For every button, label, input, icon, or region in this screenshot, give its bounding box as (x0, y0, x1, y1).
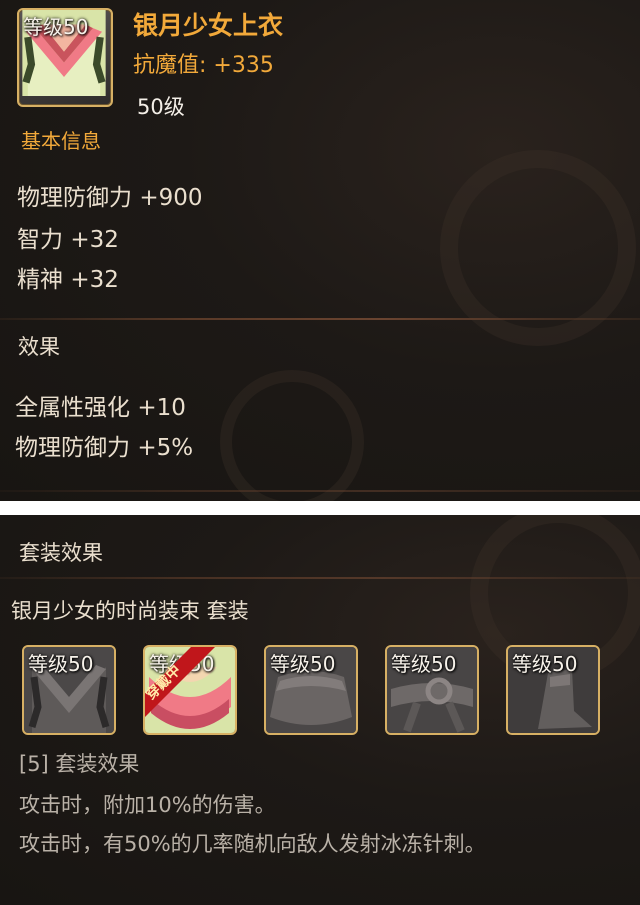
set-effect-heading: 套装效果 (19, 541, 103, 565)
set-item-slot-equipped[interactable]: 等级50 穿戴中 (143, 645, 237, 735)
set-bonus-line: 攻击时，附加10%的伤害。 (19, 793, 276, 817)
set-item-slot[interactable]: 等级50 (385, 645, 479, 735)
effect-name: 全属性强化 (15, 395, 130, 421)
stat-line: 智力 +32 (17, 220, 119, 254)
set-name: 银月少女的时尚装束 套装 (11, 599, 249, 623)
set-item-slot[interactable]: 等级50 (264, 645, 358, 735)
slot-level-badge: 等级50 (391, 652, 457, 676)
section-divider (0, 490, 640, 492)
effects-heading: 效果 (18, 335, 60, 359)
resist-label: 抗魔值: (133, 53, 207, 78)
item-level-badge: 等级50 (23, 15, 89, 39)
slot-level-badge: 等级50 (512, 652, 578, 676)
set-item-slot[interactable]: 等级50 (506, 645, 600, 735)
stat-line: 物理防御力 +900 (17, 178, 202, 212)
resist-stat: 抗魔值: +335 (133, 47, 274, 79)
background-emblem (440, 150, 636, 346)
item-detail-panel: 等级50 银月少女上衣 抗魔值: +335 50级 基本信息 物理防御力 +90… (0, 0, 640, 501)
slot-level-badge: 等级50 (270, 652, 336, 676)
slot-level-badge: 等级50 (28, 652, 94, 676)
item-name: 银月少女上衣 (133, 11, 284, 40)
item-icon-slot[interactable]: 等级50 (17, 8, 113, 107)
stat-value: +32 (70, 267, 119, 293)
stat-value: +32 (70, 227, 119, 253)
effect-value: +10 (137, 395, 186, 421)
stat-name: 物理防御力 (17, 185, 132, 211)
set-bonus-title: [5] 套装效果 (19, 752, 140, 776)
section-divider (0, 577, 640, 579)
resist-value: +335 (213, 53, 274, 78)
section-divider (0, 318, 640, 320)
stat-name: 智力 (17, 227, 63, 253)
required-level: 50级 (137, 95, 185, 119)
background-emblem (220, 370, 364, 501)
effect-value: +5% (137, 435, 194, 461)
effect-name: 物理防御力 (15, 435, 130, 461)
stat-value: +900 (139, 185, 203, 211)
stat-line: 精神 +32 (17, 260, 119, 294)
effect-line: 物理防御力 +5% (15, 428, 193, 462)
basic-info-heading: 基本信息 (21, 129, 101, 153)
effect-line: 全属性强化 +10 (15, 388, 186, 422)
set-item-slot[interactable]: 等级50 (22, 645, 116, 735)
set-effect-panel: 套装效果 银月少女的时尚装束 套装 等级50 等级50 穿戴中 (0, 515, 640, 905)
set-bonus-line: 攻击时，有50%的几率随机向敌人发射冰冻针刺。 (19, 832, 486, 856)
stat-name: 精神 (17, 267, 63, 293)
